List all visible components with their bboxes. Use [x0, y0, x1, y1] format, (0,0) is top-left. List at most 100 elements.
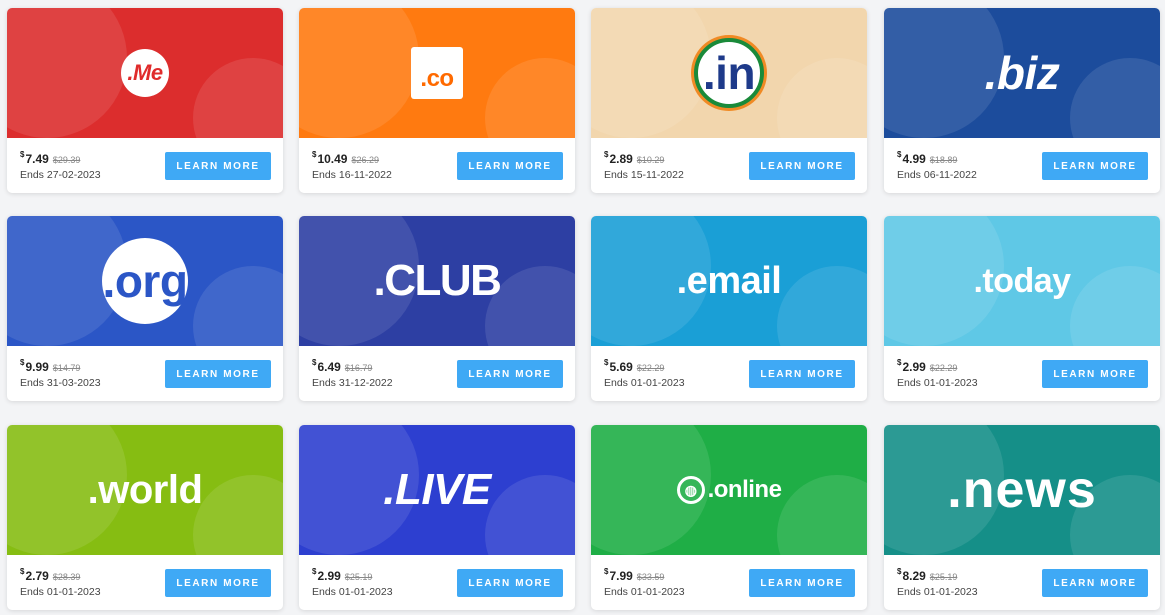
domain-banner[interactable]: .co — [299, 8, 575, 138]
learn-more-button[interactable]: LEARN MORE — [457, 152, 563, 180]
domain-card-org: .org $9.99 $14.79 Ends 31-03-2023 LEARN M… — [7, 216, 283, 401]
domain-card-co: .co $10.49 $26.29 Ends 16-11-2022 LEARN M… — [299, 8, 575, 193]
tld-logo: .news — [947, 460, 1097, 520]
deal-end-date: Ends 15-11-2022 — [604, 169, 684, 181]
current-price: 2.99 — [317, 569, 341, 583]
domain-banner[interactable]: .biz — [884, 8, 1160, 138]
deal-end-date: Ends 01-01-2023 — [20, 586, 101, 598]
tld-logo-text: .in — [702, 47, 756, 99]
current-price: 7.49 — [25, 152, 49, 166]
deal-end-date: Ends 31-03-2023 — [20, 377, 101, 389]
tld-logo-text: .biz — [984, 47, 1060, 99]
deal-end-date: Ends 01-01-2023 — [897, 586, 978, 598]
tld-logo-text: .email — [676, 259, 782, 302]
price: $10.49 $26.29 — [312, 150, 379, 166]
original-price: $16.79 — [344, 363, 373, 373]
price: $5.69 $22.29 — [604, 358, 664, 374]
price: $7.99 $33.59 — [604, 567, 664, 583]
learn-more-button[interactable]: LEARN MORE — [749, 152, 855, 180]
price: $2.79 $28.39 — [20, 567, 80, 583]
tld-logo: ◍ .online — [676, 476, 782, 504]
current-price: 6.49 — [317, 360, 341, 374]
domain-deals-grid: .Me $7.49 $29.39 Ends 27-02-2023 LEARN MO… — [0, 0, 1165, 615]
learn-more-button[interactable]: LEARN MORE — [457, 569, 563, 597]
learn-more-button[interactable]: LEARN MORE — [457, 360, 563, 388]
tld-logo-text: .co — [420, 65, 454, 92]
domain-card-me: .Me $7.49 $29.39 Ends 27-02-2023 LEARN MO… — [7, 8, 283, 193]
currency-symbol: $ — [20, 567, 25, 576]
tld-logo: .org — [102, 238, 188, 324]
currency-symbol: $ — [897, 150, 902, 159]
domain-card-in: .in $2.89 $10.29 Ends 15-11-2022 LEARN MO… — [591, 8, 867, 193]
domain-banner[interactable]: .org — [7, 216, 283, 346]
original-price: $26.29 — [351, 155, 380, 165]
domain-card-news: .news $8.29 $25.19 Ends 01-01-2023 LEARN … — [884, 425, 1160, 610]
learn-more-button[interactable]: LEARN MORE — [165, 360, 271, 388]
domain-card-live: .LIVE $2.99 $25.19 Ends 01-01-2023 LEARN … — [299, 425, 575, 610]
learn-more-button[interactable]: LEARN MORE — [749, 360, 855, 388]
tld-logo: .LIVE — [383, 465, 491, 515]
card-footer: $2.99 $22.29 Ends 01-01-2023 LEARN MORE — [884, 346, 1160, 401]
card-footer: $2.79 $28.39 Ends 01-01-2023 LEARN MORE — [7, 555, 283, 610]
price: $2.99 $22.29 — [897, 358, 957, 374]
domain-banner[interactable]: .Me — [7, 8, 283, 138]
deal-end-date: Ends 01-01-2023 — [897, 377, 978, 389]
price: $6.49 $16.79 — [312, 358, 372, 374]
price: $7.49 $29.39 — [20, 150, 80, 166]
tld-logo-text: .LIVE — [383, 465, 491, 514]
card-footer: $5.69 $22.29 Ends 01-01-2023 LEARN MORE — [591, 346, 867, 401]
learn-more-button[interactable]: LEARN MORE — [165, 569, 271, 597]
tld-logo-text: .today — [973, 261, 1071, 300]
domain-banner[interactable]: .world — [7, 425, 283, 555]
current-price: 9.99 — [25, 360, 49, 374]
card-footer: $10.49 $26.29 Ends 16-11-2022 LEARN MORE — [299, 138, 575, 193]
price: $8.29 $25.19 — [897, 567, 957, 583]
tld-logo: .world — [88, 468, 203, 513]
learn-more-button[interactable]: LEARN MORE — [1042, 569, 1148, 597]
current-price: 4.99 — [902, 152, 926, 166]
currency-symbol: $ — [604, 358, 609, 367]
learn-more-button[interactable]: LEARN MORE — [749, 569, 855, 597]
domain-banner[interactable]: .in — [591, 8, 867, 138]
learn-more-button[interactable]: LEARN MORE — [1042, 360, 1148, 388]
domain-banner[interactable]: .CLUB — [299, 216, 575, 346]
domain-card-club: .CLUB $6.49 $16.79 Ends 31-12-2022 LEARN … — [299, 216, 575, 401]
current-price: 2.99 — [902, 360, 926, 374]
tld-logo: .biz — [985, 46, 1060, 100]
original-price: $14.79 — [52, 363, 81, 373]
original-price: $18.89 — [929, 155, 958, 165]
domain-banner[interactable]: .news — [884, 425, 1160, 555]
domain-banner[interactable]: .today — [884, 216, 1160, 346]
currency-symbol: $ — [312, 358, 317, 367]
deal-end-date: Ends 16-11-2022 — [312, 169, 392, 181]
card-footer: $2.89 $10.29 Ends 15-11-2022 LEARN MORE — [591, 138, 867, 193]
domain-card-email: .email $5.69 $22.29 Ends 01-01-2023 LEARN… — [591, 216, 867, 401]
domain-card-world: .world $2.79 $28.39 Ends 01-01-2023 LEARN… — [7, 425, 283, 610]
original-price: $25.19 — [344, 572, 373, 582]
domain-banner[interactable]: ◍ .online — [591, 425, 867, 555]
current-price: 10.49 — [317, 152, 348, 166]
domain-banner[interactable]: .email — [591, 216, 867, 346]
learn-more-button[interactable]: LEARN MORE — [1042, 152, 1148, 180]
original-price: $29.39 — [52, 155, 81, 165]
original-price: $22.29 — [929, 363, 958, 373]
current-price: 5.69 — [609, 360, 633, 374]
deal-end-date: Ends 01-01-2023 — [312, 586, 393, 598]
price: $4.99 $18.89 — [897, 150, 957, 166]
deal-end-date: Ends 06-11-2022 — [897, 169, 977, 181]
tld-logo: .CLUB — [374, 256, 502, 306]
domain-banner[interactable]: .LIVE — [299, 425, 575, 555]
tld-logo-text: .Me — [127, 60, 163, 85]
domain-card-today: .today $2.99 $22.29 Ends 01-01-2023 LEARN… — [884, 216, 1160, 401]
learn-more-button[interactable]: LEARN MORE — [165, 152, 271, 180]
current-price: 7.99 — [609, 569, 633, 583]
deal-end-date: Ends 31-12-2022 — [312, 377, 393, 389]
original-price: $22.29 — [636, 363, 665, 373]
deal-end-date: Ends 27-02-2023 — [20, 169, 101, 181]
domain-card-online: ◍ .online $7.99 $33.59 Ends 01-01-2023 LE… — [591, 425, 867, 610]
tld-logo: .Me — [121, 49, 169, 97]
tld-logo-text: .world — [87, 467, 203, 512]
tld-logo: .today — [973, 261, 1071, 301]
currency-symbol: $ — [604, 150, 609, 159]
tld-logo-text: .org — [102, 255, 188, 307]
